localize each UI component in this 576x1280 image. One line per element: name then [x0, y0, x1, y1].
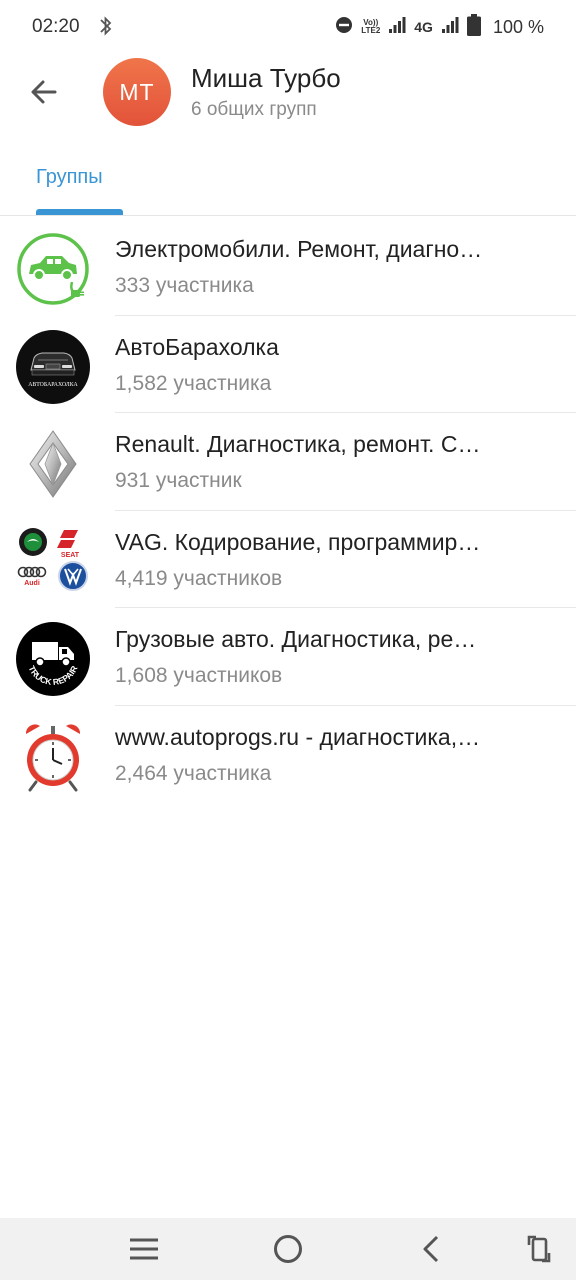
group-list: Электромобили. Ремонт, диагно… 333 участ… [0, 218, 576, 804]
arrow-left-icon [31, 80, 57, 104]
menu-lines-icon [130, 1238, 158, 1260]
list-item[interactable]: www.autoprogs.ru - диагностика,… 2,464 у… [0, 706, 576, 804]
alarm-clock-icon [16, 720, 90, 794]
chevron-left-icon [423, 1235, 439, 1263]
status-icons: Vo)) LTE2 4G 100 % [335, 13, 544, 41]
tab-bar: Группы [0, 150, 576, 216]
avatar[interactable]: МТ [103, 58, 171, 126]
list-item[interactable]: TRUCK REPAIR Грузовые авто. Диагностика,… [0, 608, 576, 706]
status-time: 02:20 [32, 16, 80, 37]
autobaraholka-logo-text: АВТОБАРАХОЛКА [28, 382, 78, 388]
electric-car-icon [16, 232, 90, 306]
group-members: 931 участник [115, 469, 242, 493]
battery-percent: 100 % [492, 16, 544, 37]
rotate-screen-button[interactable] [522, 1232, 556, 1266]
status-bar: 02:20 Vo)) LTE2 4G 100 % [0, 0, 576, 54]
lte-label: LTE2 [361, 26, 381, 35]
group-title: Renault. Диагностика, ремонт. С… [115, 431, 481, 458]
circle-icon [274, 1235, 302, 1263]
autobaraholka-logo: АВТОБАРАХОЛКА [16, 329, 90, 404]
page-title: Миша Турбо [191, 63, 341, 93]
back-button[interactable] [20, 68, 68, 116]
group-title: АвтоБарахолка [115, 333, 279, 360]
seat-logo-text: SEAT [61, 552, 80, 559]
group-members: 4,419 участников [115, 566, 283, 590]
do-not-disturb-icon [335, 16, 353, 39]
rotate-icon [527, 1235, 551, 1263]
group-title: VAG. Кодирование, программир… [115, 528, 481, 555]
bluetooth-icon [98, 14, 114, 43]
volte-lte-icon: Vo)) LTE2 [361, 19, 380, 35]
network-type: 4G [414, 19, 433, 35]
group-title: www.autoprogs.ru - диагностика,… [115, 723, 481, 750]
profile-header: МТ Миша Турбо 6 общих групп [0, 54, 576, 144]
system-nav-bar [0, 1218, 576, 1280]
list-item[interactable]: Renault. Диагностика, ремонт. С… 931 уча… [0, 413, 576, 511]
renault-logo [16, 427, 90, 501]
tab-indicator [36, 209, 123, 215]
list-item[interactable]: АВТОБАРАХОЛКА АвтоБарахолка 1,582 участн… [0, 316, 576, 414]
signal-icon [388, 16, 406, 39]
back-nav-button[interactable] [414, 1232, 448, 1266]
battery-icon [466, 13, 481, 41]
group-title: Грузовые авто. Диагностика, ре… [115, 626, 477, 653]
group-members: 1,582 участника [115, 371, 272, 395]
signal-icon-2 [441, 16, 459, 39]
truck-repair-logo: TRUCK REPAIR [16, 622, 90, 697]
list-item[interactable]: Электромобили. Ремонт, диагно… 333 участ… [0, 218, 576, 316]
group-members: 2,464 участника [115, 761, 272, 785]
list-item[interactable]: SEAT Audi VAG. Кодирование, программир… … [0, 511, 576, 609]
group-members: 333 участника [115, 274, 254, 297]
recent-apps-button[interactable] [127, 1232, 161, 1266]
group-title: Электромобили. Ремонт, диагно… [115, 236, 483, 262]
home-button[interactable] [271, 1232, 305, 1266]
page-subtitle: 6 общих групп [191, 99, 317, 120]
group-members: 1,608 участников [115, 664, 283, 688]
vag-brands-logo: SEAT Audi [16, 525, 90, 599]
audi-logo-text: Audi [24, 580, 40, 587]
